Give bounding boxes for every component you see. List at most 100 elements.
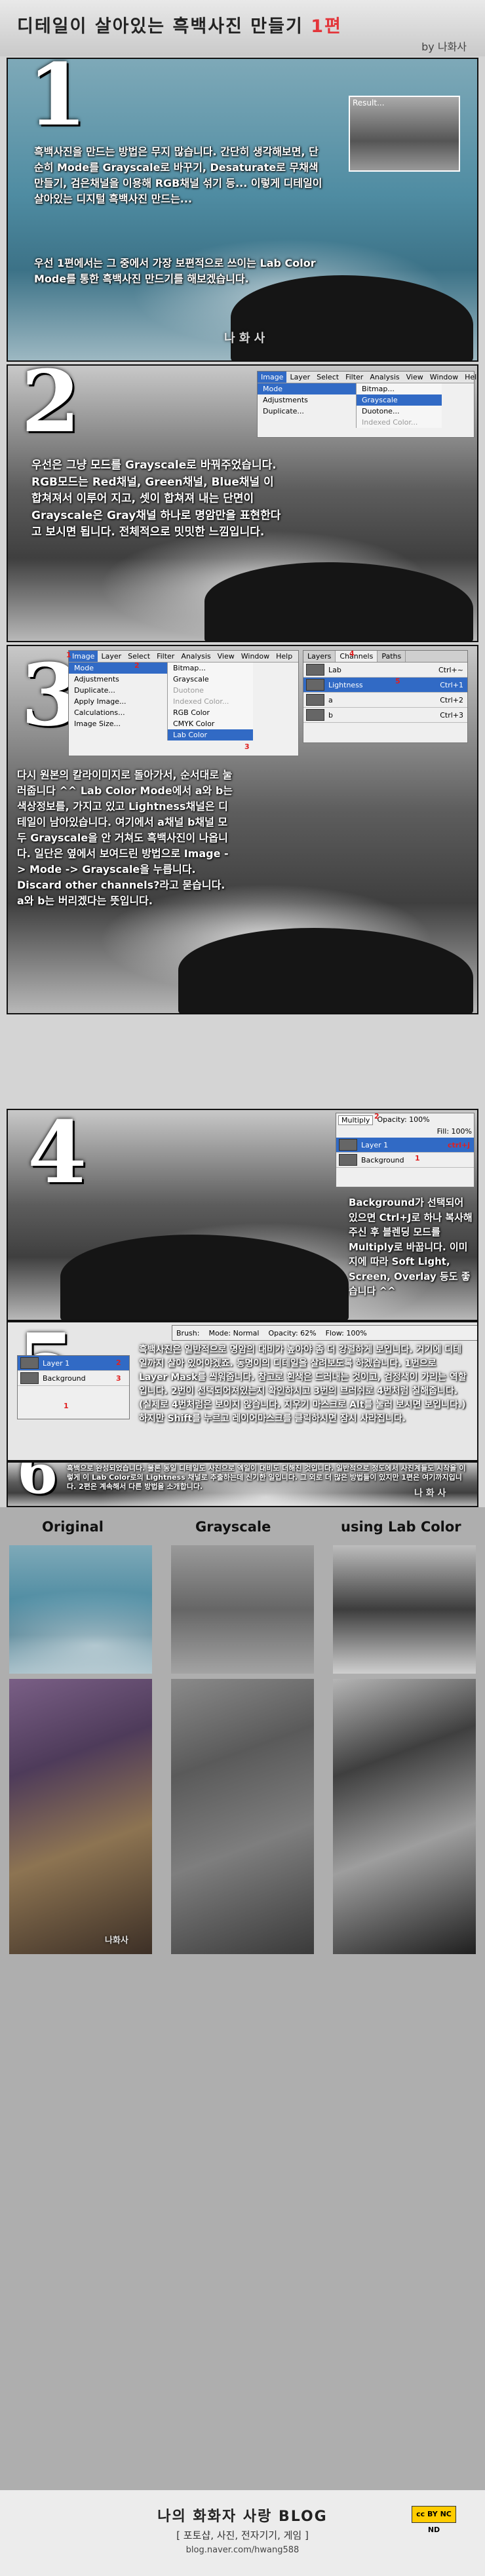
fill-control[interactable]: Fill: 100% (336, 1127, 474, 1138)
menu-analysis[interactable]: Analysis (366, 372, 402, 383)
menu-analysis[interactable]: Analysis (178, 651, 214, 662)
menu-window[interactable]: Window (238, 651, 273, 662)
layer-thumbnail (20, 1372, 39, 1384)
mark-1: 1 (66, 651, 71, 659)
menu-layer[interactable]: Layer (98, 651, 125, 662)
cc-license-badge: cc BY NC ND (412, 2506, 456, 2534)
channel-name: a (328, 695, 333, 704)
menu-item-mode[interactable]: Mode (258, 383, 356, 394)
mark-5: 5 (395, 677, 400, 685)
rock-shape (204, 562, 473, 641)
menubar: Image Layer Select Filter Analysis View … (258, 372, 477, 383)
menu-window[interactable]: Window (427, 372, 461, 383)
layer-row[interactable]: Background (18, 1371, 129, 1386)
mark-3: 3 (116, 1374, 121, 1383)
menu-item-apply-image[interactable]: Apply Image... (69, 696, 167, 707)
layer-name: Layer 1 (43, 1358, 70, 1368)
step-5-section: 5 Brush: Mode: Normal Opacity: 62% Flow:… (7, 1321, 478, 1461)
channel-row[interactable]: a Ctrl+2 (303, 693, 467, 708)
grayscale-ground-photo (171, 1679, 314, 1954)
menu-help[interactable]: Help (461, 372, 477, 383)
submenu-lab[interactable]: Lab Color (168, 729, 253, 740)
layer-row[interactable]: Layer 1 ctrl+j (336, 1138, 474, 1153)
step-number: 6 (17, 1461, 58, 1507)
brush-flow-option[interactable]: Flow: 100% (326, 1329, 367, 1337)
submenu-duotone[interactable]: Duotone (168, 685, 253, 696)
step-4-section: 4 Multiply Opacity: 100% Fill: 100% Laye… (7, 1109, 478, 1321)
lab-sea-photo (333, 1545, 476, 1674)
brush-option[interactable]: Brush: (176, 1329, 199, 1337)
menu-item-calculations[interactable]: Calculations... (69, 707, 167, 718)
author-credit: by 나화사 (421, 41, 467, 53)
mark-2: 2 (116, 1358, 121, 1367)
channel-shortcut: Ctrl+~ (438, 665, 463, 674)
step-number: 2 (21, 364, 81, 452)
menu-filter[interactable]: Filter (342, 372, 366, 383)
menu-item-duplicate[interactable]: Duplicate... (258, 406, 356, 417)
menu-item-image-size[interactable]: Image Size... (69, 718, 167, 729)
menu-view[interactable]: View (403, 372, 427, 383)
channel-shortcut: Ctrl+1 (440, 680, 463, 689)
watermark: 나 화 사 (224, 332, 265, 345)
layer-row[interactable]: Layer 1 (18, 1356, 129, 1371)
menu-item-adjustments[interactable]: Adjustments (258, 394, 356, 406)
page-title: 디테일이 살아있는 흑백사진 만들기 1편 (17, 12, 342, 37)
menu-image[interactable]: Image (258, 372, 287, 383)
submenu-indexed[interactable]: Indexed Color... (357, 417, 442, 428)
menu-item-duplicate[interactable]: Duplicate... (69, 685, 167, 696)
channel-row[interactable]: Lab Ctrl+~ (303, 663, 467, 678)
menu-help[interactable]: Help (273, 651, 296, 662)
rock-shape (178, 928, 473, 1013)
mark-1: 1 (415, 1154, 420, 1163)
lab-ground-photo (333, 1679, 476, 1954)
watermark: 나 화 사 (414, 1488, 446, 1499)
step-1-text: 흑백사진을 만드는 방법은 무지 많습니다. 간단히 생각해보면, 단순히 Mo… (34, 145, 322, 205)
submenu-bitmap[interactable]: Bitmap... (357, 383, 442, 394)
submenu-indexed[interactable]: Indexed Color... (168, 696, 253, 707)
menu-view[interactable]: View (214, 651, 238, 662)
layer-name: Background (43, 1374, 86, 1383)
tab-paths[interactable]: Paths (378, 651, 406, 662)
title-text: 디테일이 살아있는 흑백사진 만들기 (17, 16, 311, 37)
mark-2: 2 (134, 661, 140, 670)
menu-item-mode[interactable]: Mode (69, 663, 167, 674)
mark-3: 3 (244, 742, 250, 751)
step-4-text: Background가 선택되어 있으면 Ctrl+J로 하나 복사해주신 후 … (349, 1197, 473, 1297)
layer-row[interactable]: Background (336, 1153, 474, 1168)
layer-thumbnail (339, 1154, 357, 1166)
submenu-duotone[interactable]: Duotone... (357, 406, 442, 417)
menu-image[interactable]: Image (69, 651, 98, 662)
channel-thumbnail (306, 709, 324, 721)
menu-item-adjustments[interactable]: Adjustments (69, 674, 167, 685)
menu-select[interactable]: Select (313, 372, 342, 383)
submenu-bitmap[interactable]: Bitmap... (168, 663, 253, 674)
channel-row[interactable]: Lightness Ctrl+1 (303, 678, 467, 693)
step-3-text: 다시 원본의 칼라이미지로 돌아가서, 순서대로 눌러줍니다 ^^ Lab Co… (17, 769, 233, 907)
menu-select[interactable]: Select (125, 651, 153, 662)
step-number: 1 (28, 58, 87, 145)
mark-1: 1 (64, 1402, 69, 1410)
tab-channels[interactable]: Channels (336, 651, 378, 662)
submenu-grayscale[interactable]: Grayscale (168, 674, 253, 685)
step-2-text: 우선은 그냥 모드를 Grayscale로 바꿔주었습니다. RGB모드는 Re… (31, 459, 281, 539)
submenu-rgb[interactable]: RGB Color (168, 707, 253, 718)
step-3-section: 3 Image Layer Select Filter Analysis Vie… (7, 645, 478, 1014)
channels-panel: Layers Channels Paths Lab Ctrl+~ Lightnes… (303, 649, 468, 743)
mark-4: 4 (349, 649, 355, 658)
submenu-grayscale[interactable]: Grayscale (357, 394, 442, 406)
panel-tabs: Layers Channels Paths (303, 651, 467, 663)
opacity-control[interactable]: Opacity: 100% (377, 1115, 429, 1125)
blend-mode-select[interactable]: Multiply (338, 1115, 374, 1125)
tab-layers[interactable]: Layers (303, 651, 336, 662)
layer-thumbnail (20, 1357, 39, 1369)
menu-layer[interactable]: Layer (286, 372, 313, 383)
menu-filter[interactable]: Filter (153, 651, 178, 662)
step-1-section: 1 Result... 흑백사진을 만드는 방법은 무지 많습니다. 간단히 생… (7, 58, 478, 362)
grayscale-sea-photo (171, 1545, 314, 1674)
channel-row[interactable]: b Ctrl+3 (303, 708, 467, 723)
submenu-cmyk[interactable]: CMYK Color (168, 718, 253, 729)
brush-mode-option[interactable]: Mode: Normal (208, 1329, 259, 1337)
blog-url-link[interactable]: blog.naver.com/hwang588 (0, 2545, 485, 2555)
mark-2: 2 (374, 1112, 379, 1121)
brush-opacity-option[interactable]: Opacity: 62% (268, 1329, 316, 1337)
